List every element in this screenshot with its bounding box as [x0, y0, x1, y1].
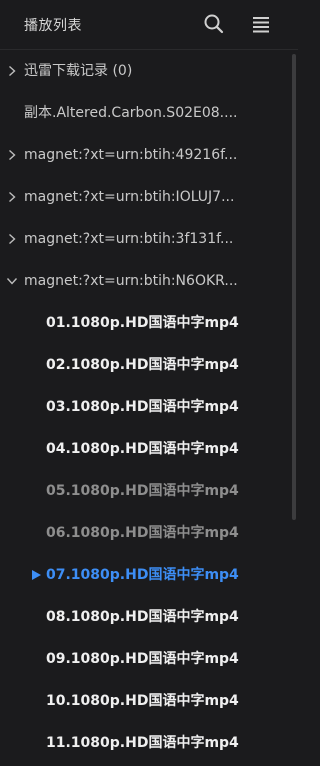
episode-item[interactable]: 11.1080p.HD国语中字mp4 [0, 722, 298, 764]
episode-item[interactable]: 01.1080p.HD国语中字mp4 [0, 302, 298, 344]
episode-item[interactable]: 08.1080p.HD国语中字mp4 [0, 596, 298, 638]
folder-label: magnet:?xt=urn:btih:3f131f... [24, 231, 234, 247]
page-title: 播放列表 [24, 18, 82, 34]
episode-label: 01.1080p.HD国语中字mp4 [46, 315, 239, 331]
folder-xunlei-download-history[interactable]: 迅雷下载记录 (0) [0, 50, 298, 92]
folder-label: magnet:?xt=urn:btih:N6OKR... [24, 273, 238, 289]
chevron-right-icon[interactable] [6, 233, 18, 245]
episode-label: 10.1080p.HD国语中字mp4 [46, 693, 239, 709]
folder-magnet-iolu[interactable]: magnet:?xt=urn:btih:IOLUJ7... [0, 176, 298, 218]
search-button[interactable] [202, 12, 226, 36]
episode-label: 03.1080p.HD国语中字mp4 [46, 399, 239, 415]
chevron-right-icon[interactable] [6, 191, 18, 203]
list-menu-icon [249, 12, 273, 36]
episode-item[interactable]: 04.1080p.HD国语中字mp4 [0, 428, 298, 470]
playlist: 迅雷下载记录 (0) 副本.Altered.Carbon.S02E08.... … [0, 50, 298, 764]
episode-item[interactable]: 03.1080p.HD国语中字mp4 [0, 386, 298, 428]
episode-label: 02.1080p.HD国语中字mp4 [46, 357, 239, 373]
episode-label: 09.1080p.HD国语中字mp4 [46, 651, 239, 667]
episode-item[interactable]: 09.1080p.HD国语中字mp4 [0, 638, 298, 680]
episode-item[interactable]: 10.1080p.HD国语中字mp4 [0, 680, 298, 722]
episode-label: 04.1080p.HD国语中字mp4 [46, 441, 239, 457]
folder-magnet-n6okr-expanded[interactable]: magnet:?xt=urn:btih:N6OKR... [0, 260, 298, 302]
episode-label: 06.1080p.HD国语中字mp4 [46, 525, 239, 541]
folder-label: 迅雷下载记录 (0) [24, 63, 133, 79]
playlist-header: 播放列表 [0, 0, 298, 50]
scrollbar-thumb[interactable] [292, 54, 296, 520]
chevron-down-icon[interactable] [6, 275, 18, 287]
episode-label: 11.1080p.HD国语中字mp4 [46, 735, 239, 751]
item-label: 副本.Altered.Carbon.S02E08.... [24, 105, 238, 121]
episode-label: 08.1080p.HD国语中字mp4 [46, 609, 239, 625]
list-menu-button[interactable] [249, 12, 273, 36]
now-playing-icon [32, 570, 41, 580]
folder-label: magnet:?xt=urn:btih:49216f... [24, 147, 238, 163]
episode-label: 05.1080p.HD国语中字mp4 [46, 483, 239, 499]
episode-label: 07.1080p.HD国语中字mp4 [46, 567, 239, 583]
chevron-right-icon[interactable] [6, 65, 18, 77]
search-icon [202, 12, 226, 36]
folder-magnet-49216f[interactable]: magnet:?xt=urn:btih:49216f... [0, 134, 298, 176]
folder-label: magnet:?xt=urn:btih:IOLUJ7... [24, 189, 235, 205]
playlist-item-altered-carbon[interactable]: 副本.Altered.Carbon.S02E08.... [0, 92, 298, 134]
episode-item-watched[interactable]: 06.1080p.HD国语中字mp4 [0, 512, 298, 554]
episode-item[interactable]: 02.1080p.HD国语中字mp4 [0, 344, 298, 386]
episode-item-now-playing[interactable]: 07.1080p.HD国语中字mp4 [0, 554, 298, 596]
chevron-right-icon[interactable] [6, 149, 18, 161]
episode-item-watched[interactable]: 05.1080p.HD国语中字mp4 [0, 470, 298, 512]
folder-magnet-3f131f[interactable]: magnet:?xt=urn:btih:3f131f... [0, 218, 298, 260]
